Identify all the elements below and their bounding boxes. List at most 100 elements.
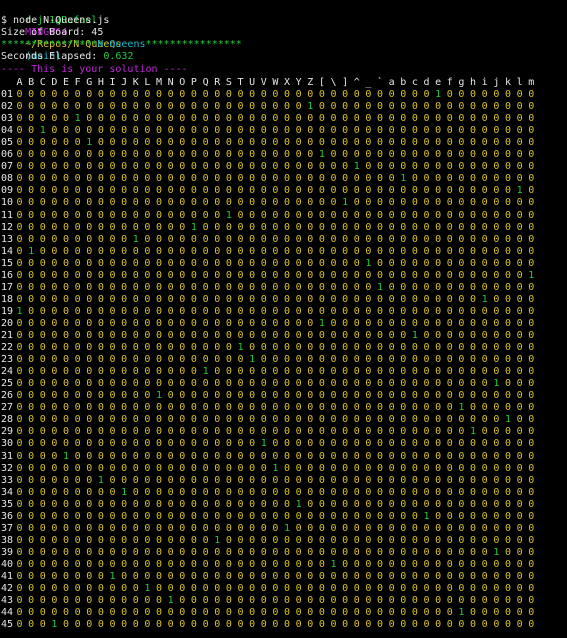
empty-cell: 0 [330,450,337,462]
empty-cell: 0 [458,317,465,329]
empty-cell: 0 [28,101,35,113]
column-label: K [132,77,139,88]
column-label: ^ [353,77,360,88]
empty-cell: 0 [167,390,174,402]
empty-cell: 0 [295,269,302,281]
empty-cell: 0 [458,558,465,570]
empty-cell: 0 [97,293,104,305]
empty-cell: 0 [190,149,197,161]
empty-cell: 0 [237,390,244,402]
empty-cell: 0 [400,402,407,414]
empty-cell: 0 [458,595,465,607]
empty-cell: 0 [214,571,221,582]
empty-cell: 0 [260,378,267,390]
board-row: 32 0 0 0 0 0 0 0 0 0 0 0 0 0 0 0 0 0 0 0 0 0 0 1 0 0 0 0 0 0 0 0 0 0 0 0 0 0 0… [0,463,567,475]
empty-cell: 0 [156,607,163,619]
empty-cell: 0 [121,510,128,522]
empty-cell: 0 [51,209,58,221]
empty-cell: 0 [400,317,407,329]
empty-cell: 0 [202,522,209,534]
row-label: 33 [1,474,14,486]
empty-cell: 0 [481,149,488,161]
empty-cell: 0 [63,113,70,125]
empty-cell: 0 [132,462,139,474]
empty-cell: 0 [202,619,209,631]
row-label: 45 [1,619,14,631]
empty-cell: 0 [446,558,453,570]
empty-cell: 0 [190,342,197,354]
board-row: 39 0 0 0 0 0 0 0 0 0 0 0 0 0 0 0 0 0 0 0 0 0 0 0 0 0 0 0 0 0 0 0 0 0 0 0 0 0 0… [0,547,567,559]
empty-cell: 0 [388,209,395,221]
empty-cell: 0 [190,354,197,366]
empty-cell: 0 [202,571,209,582]
empty-cell: 0 [121,354,128,366]
empty-cell: 0 [260,257,267,269]
empty-cell: 0 [121,366,128,378]
empty-cell: 0 [28,185,35,197]
empty-cell: 0 [167,474,174,486]
empty-cell: 0 [446,293,453,305]
empty-cell: 0 [225,474,232,486]
queen-cell: 1 [97,474,104,486]
empty-cell: 0 [458,293,465,305]
empty-cell: 0 [167,438,174,450]
empty-cell: 0 [283,245,290,257]
empty-cell: 0 [377,89,384,100]
queen-cell: 1 [156,390,163,402]
empty-cell: 0 [435,317,442,329]
empty-cell: 0 [423,619,430,631]
empty-cell: 0 [156,438,163,450]
empty-cell: 0 [97,125,104,137]
empty-cell: 0 [272,534,279,546]
empty-cell: 0 [272,89,279,100]
board-row: 05 0 0 0 0 0 0 1 0 0 0 0 0 0 0 0 0 0 0 0 0 0 0 0 0 0 0 0 0 0 0 0 0 0 0 0 0 0 0… [0,137,567,149]
empty-cell: 0 [411,510,418,522]
empty-cell: 0 [179,522,186,534]
empty-cell: 0 [283,330,290,341]
empty-cell: 0 [307,209,314,221]
empty-cell: 0 [144,534,151,546]
empty-cell: 0 [423,317,430,329]
empty-cell: 0 [446,607,453,619]
empty-cell: 0 [225,257,232,269]
empty-cell: 0 [423,366,430,378]
empty-cell: 0 [470,330,477,341]
empty-cell: 0 [109,426,116,438]
empty-cell: 0 [63,317,70,329]
column-label: ` [377,77,384,88]
empty-cell: 0 [330,185,337,197]
empty-cell: 0 [167,450,174,462]
empty-cell: 0 [39,257,46,269]
queen-cell: 1 [63,450,70,462]
empty-cell: 0 [470,546,477,558]
empty-cell: 0 [272,161,279,173]
empty-cell: 0 [458,257,465,269]
empty-cell: 0 [353,281,360,293]
empty-cell: 0 [446,595,453,607]
empty-cell: 0 [28,257,35,269]
empty-cell: 0 [74,486,81,498]
terminal-window[interactable]: r-j-1@Rafael MINGW64 ~/Repos/N-Queens (m… [0,0,567,638]
empty-cell: 0 [400,149,407,161]
empty-cell: 0 [411,305,418,317]
empty-cell: 0 [190,330,197,341]
empty-cell: 0 [86,317,93,329]
empty-cell: 0 [307,185,314,197]
empty-cell: 0 [167,462,174,474]
empty-cell: 0 [121,137,128,149]
row-label: 25 [1,378,14,390]
empty-cell: 0 [144,245,151,257]
board-row: 14 0 1 0 0 0 0 0 0 0 0 0 0 0 0 0 0 0 0 0 0 0 0 0 0 0 0 0 0 0 0 0 0 0 0 0 0 0 0… [0,246,567,258]
empty-cell: 0 [307,317,314,329]
empty-cell: 0 [272,330,279,341]
empty-cell: 0 [377,462,384,474]
empty-cell: 0 [504,185,511,197]
empty-cell: 0 [249,571,256,582]
empty-cell: 0 [342,438,349,450]
empty-cell: 0 [283,293,290,305]
empty-cell: 0 [39,558,46,570]
empty-cell: 0 [97,221,104,233]
empty-cell: 0 [86,390,93,402]
empty-cell: 0 [516,161,523,173]
empty-cell: 0 [388,402,395,414]
